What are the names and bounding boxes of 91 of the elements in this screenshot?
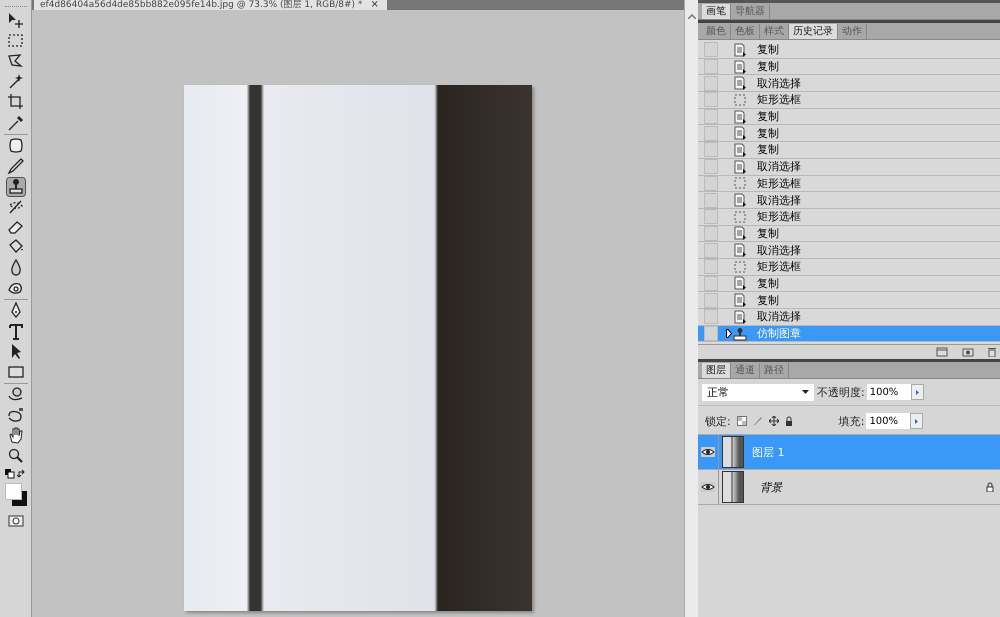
document-icon bbox=[733, 110, 747, 124]
camera-icon[interactable] bbox=[962, 347, 974, 357]
snapshot-checkbox[interactable] bbox=[704, 309, 718, 324]
snapshot-checkbox[interactable] bbox=[704, 126, 718, 141]
history-item[interactable]: 取消选择 bbox=[698, 242, 1000, 259]
panel-tab[interactable]: 画笔 bbox=[702, 4, 731, 19]
history-item[interactable]: 矩形选框 bbox=[698, 208, 1000, 226]
layer-name: 背景 bbox=[760, 480, 784, 494]
snapshot-checkbox[interactable] bbox=[704, 92, 718, 108]
fill-slider-button[interactable] bbox=[910, 413, 924, 429]
history-item[interactable]: 复制 bbox=[698, 125, 1000, 142]
history-item[interactable]: 矩形选框 bbox=[698, 176, 1000, 192]
caret-icon bbox=[802, 390, 809, 394]
panel-tab[interactable]: 图层 bbox=[702, 363, 731, 378]
document-icon bbox=[733, 60, 747, 74]
close-button[interactable]: × bbox=[370, 0, 379, 10]
document-icon bbox=[733, 126, 747, 140]
snapshot-checkbox[interactable] bbox=[704, 109, 718, 124]
stamp-icon[interactable] bbox=[6, 176, 26, 197]
fill-field[interactable]: 100% bbox=[866, 413, 910, 429]
document-icon bbox=[733, 226, 747, 240]
history-item[interactable]: 复制 bbox=[698, 142, 1000, 159]
document-icon bbox=[733, 276, 747, 290]
scrollbar[interactable] bbox=[684, 0, 698, 617]
checkerboard-icon[interactable] bbox=[736, 416, 747, 426]
move-icon[interactable] bbox=[768, 416, 779, 426]
foreground-color-swatch[interactable] bbox=[4, 482, 22, 500]
eye-icon[interactable] bbox=[701, 447, 715, 457]
history-item[interactable]: 取消选择 bbox=[698, 192, 1000, 209]
snapshot-checkbox[interactable] bbox=[704, 226, 718, 241]
blend-mode-dropdown[interactable]: 正常 bbox=[702, 384, 814, 400]
history-item[interactable]: 矩形选框 bbox=[698, 258, 1000, 276]
snapshot-checkbox[interactable] bbox=[704, 42, 718, 58]
quick-mask-icon[interactable] bbox=[8, 514, 24, 527]
document-icon bbox=[733, 293, 747, 308]
snapshot-checkbox[interactable] bbox=[704, 76, 718, 91]
document-title: ef4d86404a56d4de85bb882e095fe14b.jpg @ 73.3% (图层 1, RGB/8#) * bbox=[40, 0, 362, 10]
arrow-right-icon bbox=[916, 390, 919, 394]
stamp-icon bbox=[733, 326, 747, 341]
scroll-up-icon[interactable] bbox=[688, 14, 696, 19]
fill-label: 填充: bbox=[838, 414, 864, 428]
marquee-icon bbox=[733, 260, 747, 274]
document-icon bbox=[733, 193, 747, 208]
marquee-icon bbox=[733, 92, 747, 107]
marquee-icon bbox=[733, 210, 747, 224]
document-icon bbox=[733, 243, 747, 258]
document-icon bbox=[733, 76, 747, 90]
layer-row[interactable]: 背景 bbox=[698, 470, 1000, 505]
marquee-icon bbox=[733, 176, 747, 190]
snapshot-checkbox[interactable] bbox=[704, 192, 718, 208]
brush-icon[interactable] bbox=[6, 156, 26, 176]
document-icon bbox=[733, 42, 747, 57]
eye-icon[interactable] bbox=[701, 482, 715, 492]
opacity-slider-button[interactable] bbox=[910, 384, 924, 400]
snapshot-checkbox[interactable] bbox=[704, 209, 718, 224]
swap-arrows-icon[interactable] bbox=[16, 468, 26, 479]
history-item[interactable]: 取消选择 bbox=[698, 75, 1000, 92]
panel-tab[interactable]: 历史记录 bbox=[789, 24, 838, 39]
document-icon bbox=[733, 310, 747, 324]
layer-name: 图层 1 bbox=[752, 444, 786, 460]
history-item[interactable]: 复制 bbox=[698, 292, 1000, 309]
history-item[interactable]: 复制 bbox=[698, 226, 1000, 242]
opacity-field[interactable]: 100% bbox=[866, 384, 911, 400]
snapshot-checkbox[interactable] bbox=[704, 276, 718, 291]
lock-icon[interactable] bbox=[784, 416, 793, 426]
history-item[interactable]: 复制 bbox=[698, 108, 1000, 126]
arrow-right-icon bbox=[915, 418, 918, 424]
history-item[interactable]: 复制 bbox=[698, 42, 1000, 59]
layer-thumbnail bbox=[722, 471, 744, 503]
history-item[interactable]: 取消选择 bbox=[698, 158, 1000, 176]
snapshot-checkbox[interactable] bbox=[704, 242, 718, 258]
history-item[interactable]: 矩形选框 bbox=[698, 92, 1000, 109]
document-icon[interactable] bbox=[936, 347, 948, 357]
opacity-label: 不透明度: bbox=[817, 384, 865, 400]
snapshot-checkbox[interactable] bbox=[704, 142, 718, 158]
layer-thumbnail bbox=[722, 436, 744, 468]
snapshot-checkbox[interactable] bbox=[704, 176, 718, 191]
snapshot-checkbox[interactable] bbox=[704, 259, 718, 274]
trash-icon[interactable] bbox=[988, 347, 996, 357]
snapshot-checkbox[interactable] bbox=[704, 159, 718, 174]
snapshot-checkbox[interactable] bbox=[704, 326, 718, 342]
lock-label: 锁定: bbox=[705, 414, 731, 428]
snapshot-checkbox[interactable] bbox=[704, 292, 718, 308]
history-state-marker-icon bbox=[726, 329, 732, 338]
history-item[interactable]: 复制 bbox=[698, 276, 1000, 292]
history-item[interactable]: 复制 bbox=[698, 58, 1000, 76]
document-icon bbox=[733, 160, 747, 174]
snapshot-checkbox[interactable] bbox=[704, 59, 718, 74]
default-colors-icon[interactable] bbox=[4, 468, 14, 479]
document-icon bbox=[733, 142, 747, 157]
document-tab[interactable]: ef4d86404a56d4de85bb882e095fe14b.jpg @ 73.3% (图层 1, RGB/8#) * × bbox=[34, 0, 387, 10]
